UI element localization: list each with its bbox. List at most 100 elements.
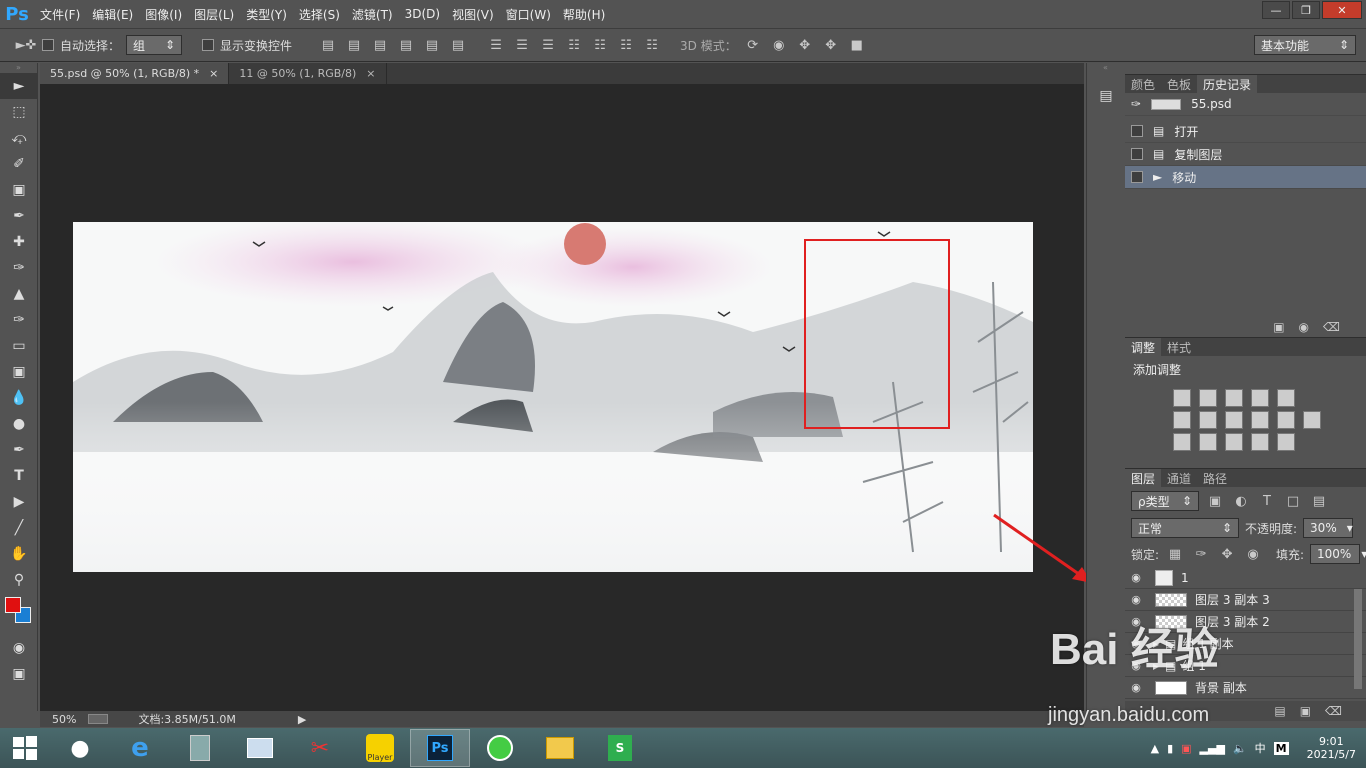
browser-360-icon[interactable] <box>470 729 530 767</box>
tab-adjustments[interactable]: 调整 <box>1125 338 1162 356</box>
snapshot-camera-icon[interactable]: ◉ <box>1299 320 1309 334</box>
align-left-icon[interactable]: ▤ <box>396 35 416 55</box>
properties-panel-icon[interactable]: ▤ <box>1087 83 1125 109</box>
move-tool-preset-icon[interactable]: ►✜ <box>16 35 37 55</box>
menu-help[interactable]: 帮助(H) <box>557 6 611 23</box>
type-tool-icon[interactable]: T <box>0 463 38 489</box>
layers-scrollbar[interactable] <box>1354 589 1362 689</box>
ie-browser-icon[interactable]: e <box>110 729 170 767</box>
layer-filter-dropdown[interactable]: ρ类型 ⇕ <box>1131 491 1199 511</box>
zoom-tool-icon[interactable]: ⚲ <box>0 567 38 593</box>
history-step-checkbox[interactable] <box>1131 171 1143 183</box>
menu-window[interactable]: 窗口(W) <box>500 6 557 23</box>
move-tool-icon[interactable]: ► <box>0 73 38 99</box>
photo-filter-icon[interactable] <box>1251 411 1269 429</box>
tab-close-icon[interactable]: × <box>366 67 375 80</box>
color-lookup-icon[interactable] <box>1303 411 1321 429</box>
posterize-icon[interactable] <box>1199 433 1217 451</box>
invert-icon[interactable] <box>1173 433 1191 451</box>
clock[interactable]: 9:01 2021/5/7 <box>1307 735 1356 761</box>
gradient-map-icon[interactable] <box>1277 433 1295 451</box>
distribute-right-icon[interactable]: ☷ <box>616 35 636 55</box>
shape-filter-icon[interactable]: □ <box>1283 491 1303 511</box>
eraser-tool-icon[interactable]: ▭ <box>0 333 38 359</box>
layer-row[interactable]: ◉ 图层 3 副本 3 <box>1125 589 1366 611</box>
delete-trash-icon[interactable]: ⌫ <box>1323 320 1340 334</box>
panel-collapse-icon[interactable]: » <box>0 63 37 73</box>
auto-align-icon[interactable]: ☷ <box>642 35 662 55</box>
lock-transparent-icon[interactable]: ▦ <box>1165 544 1185 564</box>
player-app-icon[interactable]: Player <box>350 729 410 767</box>
selective-color-icon[interactable] <box>1251 433 1269 451</box>
close-button[interactable]: ✕ <box>1322 1 1362 19</box>
align-vcenter-icon[interactable]: ▤ <box>344 35 364 55</box>
history-snapshot-row[interactable]: ✑ 55.psd <box>1125 93 1366 116</box>
snipping-tool-icon[interactable]: ✂ <box>290 729 350 767</box>
layer-row[interactable]: ◉ 背景 副本 <box>1125 677 1366 699</box>
clone-stamp-tool-icon[interactable]: ▲ <box>0 281 38 307</box>
ime-chinese-icon[interactable]: 中 <box>1255 740 1266 756</box>
blur-tool-icon[interactable]: 💧 <box>0 385 38 411</box>
audio-app-icon[interactable]: ● <box>50 729 110 767</box>
menu-file[interactable]: 文件(F) <box>34 6 86 23</box>
menu-image[interactable]: 图像(I) <box>139 6 188 23</box>
history-brush-tool-icon[interactable]: ✑ <box>0 307 38 333</box>
line-tool-icon[interactable]: ╱ <box>0 515 38 541</box>
3d-slide-icon[interactable]: ✥ <box>821 35 841 55</box>
opacity-input[interactable]: 30% ▾ <box>1303 518 1354 538</box>
tab-55-psd[interactable]: 55.psd @ 50% (1, RGB/8) * × <box>40 63 230 84</box>
vibrance-icon[interactable] <box>1277 389 1295 407</box>
menu-edit[interactable]: 编辑(E) <box>86 6 139 23</box>
brightness-icon[interactable] <box>1173 389 1191 407</box>
menu-layer[interactable]: 图层(L) <box>188 6 240 23</box>
curves-icon[interactable] <box>1225 389 1243 407</box>
layer-row[interactable]: ◉ 1 <box>1125 567 1366 589</box>
lasso-tool-icon[interactable]: ⤽ <box>0 125 38 151</box>
lock-image-icon[interactable]: ✑ <box>1191 544 1211 564</box>
status-preview-icon[interactable] <box>88 714 109 724</box>
history-step-checkbox[interactable] <box>1131 148 1143 160</box>
distribute-bottom-icon[interactable]: ☰ <box>538 35 558 55</box>
dodge-tool-icon[interactable]: ● <box>0 411 38 437</box>
distribute-vcenter-icon[interactable]: ☰ <box>512 35 532 55</box>
exposure-icon[interactable] <box>1251 389 1269 407</box>
canvas-area[interactable] <box>40 84 1092 711</box>
blend-mode-dropdown[interactable]: 正常 ⇕ <box>1131 518 1239 538</box>
photoshop-taskbar-icon[interactable]: Ps <box>410 729 470 767</box>
3d-scale-icon[interactable]: ■ <box>847 35 867 55</box>
monitor-app-icon[interactable] <box>230 729 290 767</box>
3d-pan-icon[interactable]: ✥ <box>795 35 815 55</box>
distribute-top-icon[interactable]: ☰ <box>486 35 506 55</box>
marquee-tool-icon[interactable]: ⬚ <box>0 99 38 125</box>
healing-brush-tool-icon[interactable]: ✚ <box>0 229 38 255</box>
menu-view[interactable]: 视图(V) <box>446 6 500 23</box>
brush-tool-icon[interactable]: ✑ <box>0 255 38 281</box>
delete-trash-icon[interactable]: ⌫ <box>1325 704 1342 718</box>
file-explorer-icon[interactable] <box>530 729 590 767</box>
lock-position-icon[interactable]: ✥ <box>1217 544 1237 564</box>
hand-tool-icon[interactable]: ✋ <box>0 541 38 567</box>
foreground-color-swatch[interactable] <box>5 597 21 613</box>
minimize-button[interactable]: — <box>1262 1 1290 19</box>
pixel-filter-icon[interactable]: ▣ <box>1205 491 1225 511</box>
auto-select-checkbox[interactable] <box>42 39 54 51</box>
new-group-icon[interactable]: ▤ <box>1274 704 1285 718</box>
screen-mode-icon[interactable]: ▣ <box>0 661 38 687</box>
quick-select-tool-icon[interactable]: ✐ <box>0 151 38 177</box>
threshold-icon[interactable] <box>1225 433 1243 451</box>
tab-history[interactable]: 历史记录 <box>1197 75 1258 93</box>
zoom-level[interactable]: 50% <box>52 713 76 726</box>
menu-filter[interactable]: 滤镜(T) <box>346 6 399 23</box>
distribute-hcenter-icon[interactable]: ☷ <box>590 35 610 55</box>
history-step-duplicate-layer[interactable]: ▤ 复制图层 <box>1125 143 1366 166</box>
workspace-dropdown[interactable]: 基本功能 ⇕ <box>1254 35 1356 55</box>
3d-rotate-icon[interactable]: ⟳ <box>743 35 763 55</box>
power-icon[interactable]: ▮ <box>1167 742 1173 755</box>
history-step-checkbox[interactable] <box>1131 125 1143 137</box>
signal-icon[interactable]: ▂▄▆ <box>1200 742 1225 755</box>
crop-tool-icon[interactable]: ▣ <box>0 177 38 203</box>
lock-all-icon[interactable]: ◉ <box>1243 544 1263 564</box>
black-white-icon[interactable] <box>1225 411 1243 429</box>
tab-color[interactable]: 颜色 <box>1125 75 1161 93</box>
ime-mode-icon[interactable]: M <box>1273 741 1289 755</box>
